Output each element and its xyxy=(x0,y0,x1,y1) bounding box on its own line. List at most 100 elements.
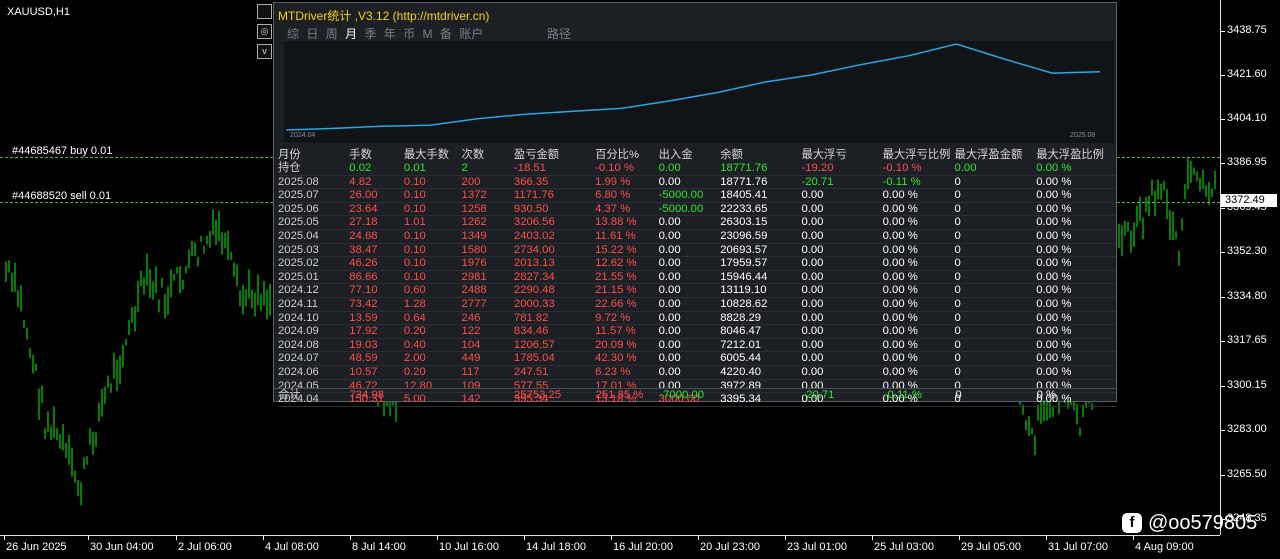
cell-max-float-profit-pct: 0.00 % xyxy=(1036,324,1116,339)
panel-side-buttons: ◎ v xyxy=(257,4,272,64)
table-row[interactable]: 2025.02 46.26 0.10 1976 2013.13 12.62 % 0.00 17… xyxy=(278,256,1116,271)
cell-max-float-profit-pct: 0.00 % xyxy=(1036,188,1116,203)
cell-max-float-loss: 0.00 xyxy=(801,351,883,366)
tab-notes[interactable]: 备 xyxy=(440,27,452,41)
order-label-buy: #44685467 buy 0.01 xyxy=(12,145,113,157)
cell-lots: 4.82 xyxy=(349,175,404,190)
table-row[interactable]: 2024.11 73.42 1.28 2777 2000.33 22.66 % 0.00 10… xyxy=(278,297,1116,312)
cell-balance: 13119.10 xyxy=(720,283,802,298)
header-count[interactable]: 次数 xyxy=(462,146,514,162)
table-row[interactable]: 2024.07 48.59 2.00 449 1785.04 42.30 % 0.00 600… xyxy=(278,351,1116,366)
time-label: 20 Jul 23:00 xyxy=(700,541,760,553)
cell-max-float-profit-pct: 0.00 % xyxy=(1036,297,1116,312)
header-percent[interactable]: 百分比% xyxy=(595,146,659,162)
cell-max-float-profit-pct: 0.00 % xyxy=(1036,351,1116,366)
tab-day[interactable]: 日 xyxy=(306,27,318,41)
equity-start-label: 2024.04 xyxy=(290,132,316,139)
cell-max-lots: 1.28 xyxy=(403,297,462,312)
header-lots[interactable]: 手数 xyxy=(349,146,404,162)
price-label: 3265.50 xyxy=(1227,468,1267,480)
cell-count: 1262 xyxy=(461,215,514,230)
cell-max-float-loss-pct: -0.11 % xyxy=(882,175,955,190)
cell-max-float-profit: 0 xyxy=(954,215,1037,230)
tab-month[interactable]: 月 xyxy=(345,27,357,41)
table-row[interactable]: 2025.03 38.47 0.10 1580 2734.00 15.22 % 0.00 20… xyxy=(278,243,1116,258)
header-max-float-profit[interactable]: 最大浮盈金额 xyxy=(955,146,1037,162)
collapse-button[interactable] xyxy=(257,4,272,19)
header-profit[interactable]: 盈亏金额 xyxy=(514,146,595,162)
table-row[interactable]: 2024.12 77.10 0.60 2488 2290.48 21.15 % 0.00 13… xyxy=(278,283,1116,298)
table-row[interactable]: 2025.01 86.66 0.10 2981 2827.34 21.55 % 0.00 15… xyxy=(278,270,1116,285)
cell-balance: 6005.44 xyxy=(720,351,802,366)
cell-max-float-profit: 0 xyxy=(954,243,1037,258)
cell-max-lots: 0.10 xyxy=(403,270,462,285)
tab-summary[interactable]: 综 xyxy=(287,27,299,41)
table-row[interactable]: 2024.09 17.92 0.20 122 834.46 11.57 % 0.00 8046… xyxy=(278,324,1116,339)
table-row[interactable]: 2025.06 23.64 0.10 1258 930.50 4.37 % -5000.00… xyxy=(278,202,1116,217)
total-lots: 734.98 xyxy=(349,389,385,401)
tab-currency[interactable]: 币 xyxy=(403,27,415,41)
cell-profit: 2290.48 xyxy=(513,283,596,298)
dropdown-button[interactable]: v xyxy=(257,44,272,59)
header-max-float-loss[interactable]: 最大浮亏 xyxy=(801,146,882,162)
table-row[interactable]: 2024.08 19.03 0.40 104 1206.57 20.09 % 0.00 721… xyxy=(278,338,1116,353)
cell-profit: 2403.02 xyxy=(513,229,596,244)
settings-icon[interactable]: ◎ xyxy=(257,24,272,39)
header-deposit[interactable]: 出入金 xyxy=(659,146,721,162)
tab-year[interactable]: 年 xyxy=(384,27,396,41)
cell-max-float-loss: 0.00 xyxy=(801,311,883,326)
cell-deposit: -5000.00 xyxy=(658,202,721,217)
total-deposit: -7000.00 xyxy=(659,389,705,401)
cell-deposit: 0.00 xyxy=(658,297,721,312)
cell-profit: 2734.00 xyxy=(513,243,596,258)
time-tick xyxy=(88,536,89,540)
cell-lots: 23.64 xyxy=(349,202,404,217)
cell-max-float-profit: 0 xyxy=(954,229,1037,244)
cell-profit: 2000.33 xyxy=(513,297,596,312)
time-label: 4 Jul 08:00 xyxy=(265,541,319,553)
price-label: 3386.95 xyxy=(1227,156,1267,168)
header-max-float-loss-pct[interactable]: 最大浮亏比例 xyxy=(883,146,955,162)
cell-percent: 21.55 % xyxy=(595,270,659,285)
cell-count: 2981 xyxy=(461,270,514,285)
tab-quarter[interactable]: 季 xyxy=(364,27,376,41)
table-row[interactable]: 2025.08 4.82 0.10 200 366.35 1.99 % 0.00 18771.… xyxy=(278,175,1116,190)
cell-max-float-loss-pct: 0.00 % xyxy=(882,243,955,258)
header-month[interactable]: 月份 xyxy=(278,146,349,162)
cell-balance: 20693.57 xyxy=(720,243,802,258)
cell-month: 2025.02 xyxy=(278,256,350,271)
cell-profit: -18.51 xyxy=(513,162,596,176)
time-label: 14 Jul 18:00 xyxy=(526,541,586,553)
cell-count: 117 xyxy=(461,365,514,380)
table-row[interactable]: 2024.06 10.57 0.20 117 247.51 6.23 % 0.00 4220.… xyxy=(278,365,1116,380)
header-max-float-profit-pct[interactable]: 最大浮盈比例 xyxy=(1036,146,1116,162)
price-axis[interactable]: 3438.75 3421.60 3404.10 3386.95 3369.45 … xyxy=(1220,0,1280,535)
tab-week[interactable]: 周 xyxy=(326,27,338,41)
cell-max-float-profit: 0 xyxy=(954,202,1037,217)
cell-profit: 930.50 xyxy=(513,202,596,217)
header-balance[interactable]: 余额 xyxy=(720,146,801,162)
price-label: 3300.15 xyxy=(1227,379,1267,391)
cell-max-float-profit: 0.00 xyxy=(954,162,1037,176)
cell-max-float-loss-pct: 0.00 % xyxy=(882,338,955,353)
total-table: 合计 734.98 25753.25 251.85 % -7000.00 -20.71 -0… xyxy=(278,389,1116,402)
cell-month: 2025.06 xyxy=(278,202,350,217)
table-row[interactable]: 2025.05 27.18 1.01 1262 3206.56 13.88 % 0.00 26… xyxy=(278,215,1116,230)
equity-curve-plot xyxy=(285,43,1101,131)
tab-path[interactable]: 路径 xyxy=(547,25,571,42)
cell-lots: 0.02 xyxy=(349,162,404,176)
table-row[interactable]: 持仓 0.02 0.01 2 -18.51 -0.10 % 0.00 18771.76 -19.… xyxy=(278,162,1116,176)
cell-profit: 1785.04 xyxy=(513,351,596,366)
table-row[interactable]: 2025.07 26.00 0.10 1372 1171.76 6.80 % -5000.0… xyxy=(278,188,1116,203)
time-label: 26 Jun 2025 xyxy=(6,541,67,553)
table-row[interactable]: 2025.04 24.68 0.10 1349 2403.02 11.61 % 0.00 23… xyxy=(278,229,1116,244)
tab-account[interactable]: 账户 xyxy=(459,27,483,41)
cell-percent: 9.72 % xyxy=(595,311,659,326)
table-row[interactable]: 2024.10 13.59 0.64 246 781.82 9.72 % 0.00 8828.… xyxy=(278,311,1116,326)
tab-magic[interactable]: M xyxy=(423,27,433,41)
cell-count: 104 xyxy=(461,338,514,353)
header-max-lots[interactable]: 最大手数 xyxy=(404,146,462,162)
cell-max-float-profit-pct: 0.00 % xyxy=(1036,229,1116,244)
cell-month: 2024.07 xyxy=(278,351,350,366)
time-axis[interactable]: 26 Jun 2025 30 Jun 04:00 2 Jul 06:00 4 J… xyxy=(0,535,1220,559)
